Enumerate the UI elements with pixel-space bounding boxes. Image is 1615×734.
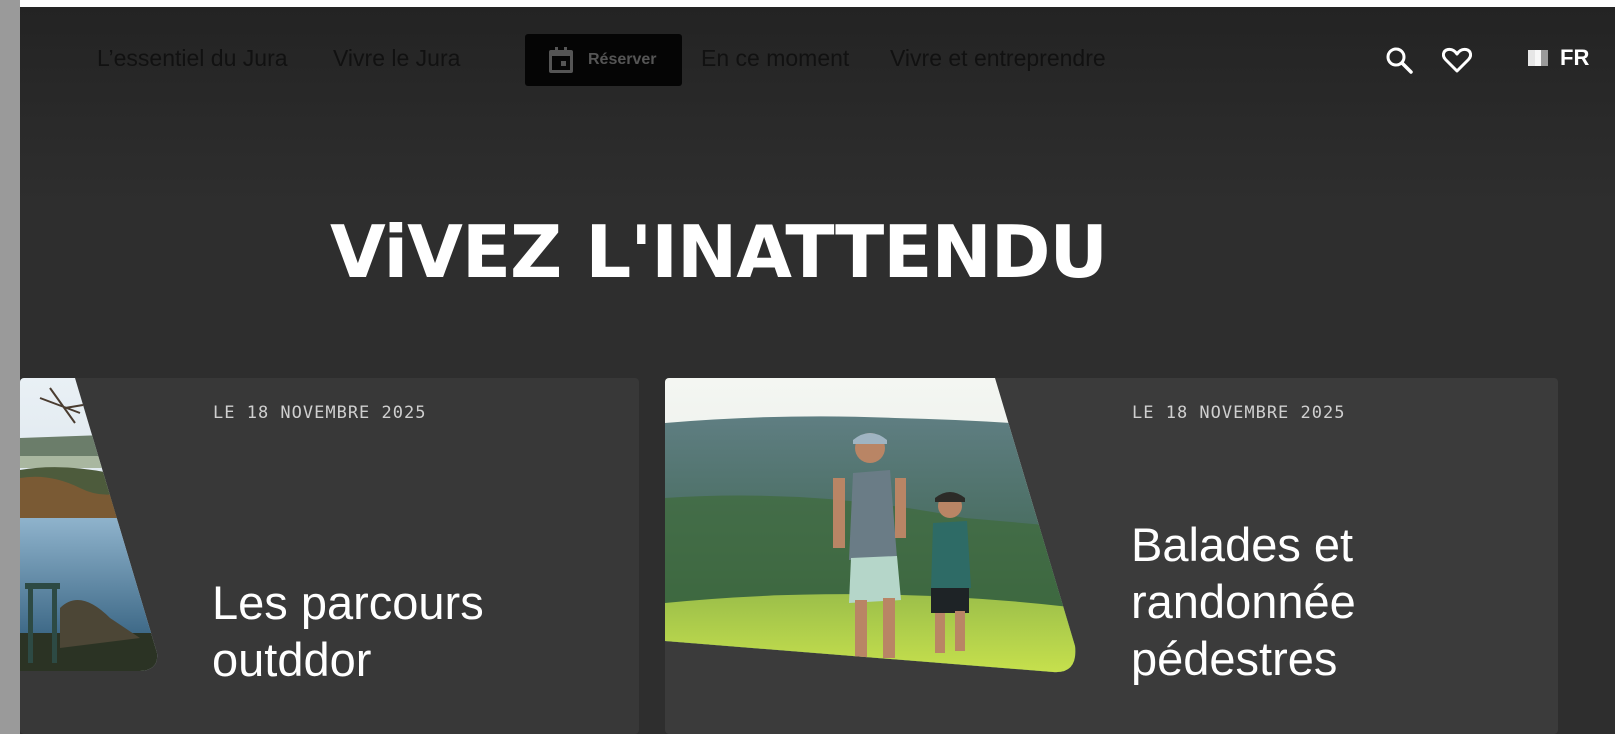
lake-landscape-image: [20, 378, 158, 671]
book-button[interactable]: Réserver: [525, 34, 682, 86]
book-button-label: Réserver: [588, 51, 657, 68]
heart-icon[interactable]: [1442, 47, 1472, 73]
article-title: Balades et randonnée pédestres: [1131, 516, 1356, 687]
nav-link-en-ce-moment[interactable]: En ce moment: [701, 45, 849, 72]
calendar-icon: [549, 46, 573, 73]
nav-link-vivre-et-entreprendre[interactable]: Vivre et entreprendre: [890, 45, 1106, 72]
main-navigation: L’essentiel du Jura Vivre le Jura Réserv…: [20, 7, 1615, 112]
window-top-edge: [20, 0, 1615, 7]
page: L’essentiel du Jura Vivre le Jura Réserv…: [20, 7, 1615, 734]
article-title: Les parcours outddor: [212, 574, 484, 688]
nav-link-vivre-le-jura[interactable]: Vivre le Jura: [333, 45, 460, 72]
search-icon[interactable]: [1385, 46, 1413, 74]
article-title-line: pédestres: [1131, 632, 1338, 685]
article-date: LE 18 NOVEMBRE 2025: [213, 403, 427, 423]
article-title-line: randonnée: [1131, 575, 1356, 628]
article-title-line: Les parcours: [212, 576, 484, 629]
window-left-edge: [0, 0, 20, 734]
hikers-image: [665, 378, 1076, 673]
article-title-line: outddor: [212, 633, 372, 686]
nav-link-essentiel-du-jura[interactable]: L’essentiel du Jura: [97, 45, 288, 72]
article-title-line: Balades et: [1131, 518, 1354, 571]
hero-title: ViVEZ L'INATTENDU: [330, 210, 1108, 294]
article-date: LE 18 NOVEMBRE 2025: [1132, 403, 1346, 423]
language-label: FR: [1560, 45, 1590, 70]
article-card[interactable]: LE 18 NOVEMBRE 2025 Les parcours outddor: [20, 378, 639, 734]
article-card[interactable]: LE 18 NOVEMBRE 2025 Balades et randonnée…: [665, 378, 1558, 734]
language-selector[interactable]: FR: [1528, 45, 1589, 71]
french-flag-icon: [1528, 50, 1548, 66]
